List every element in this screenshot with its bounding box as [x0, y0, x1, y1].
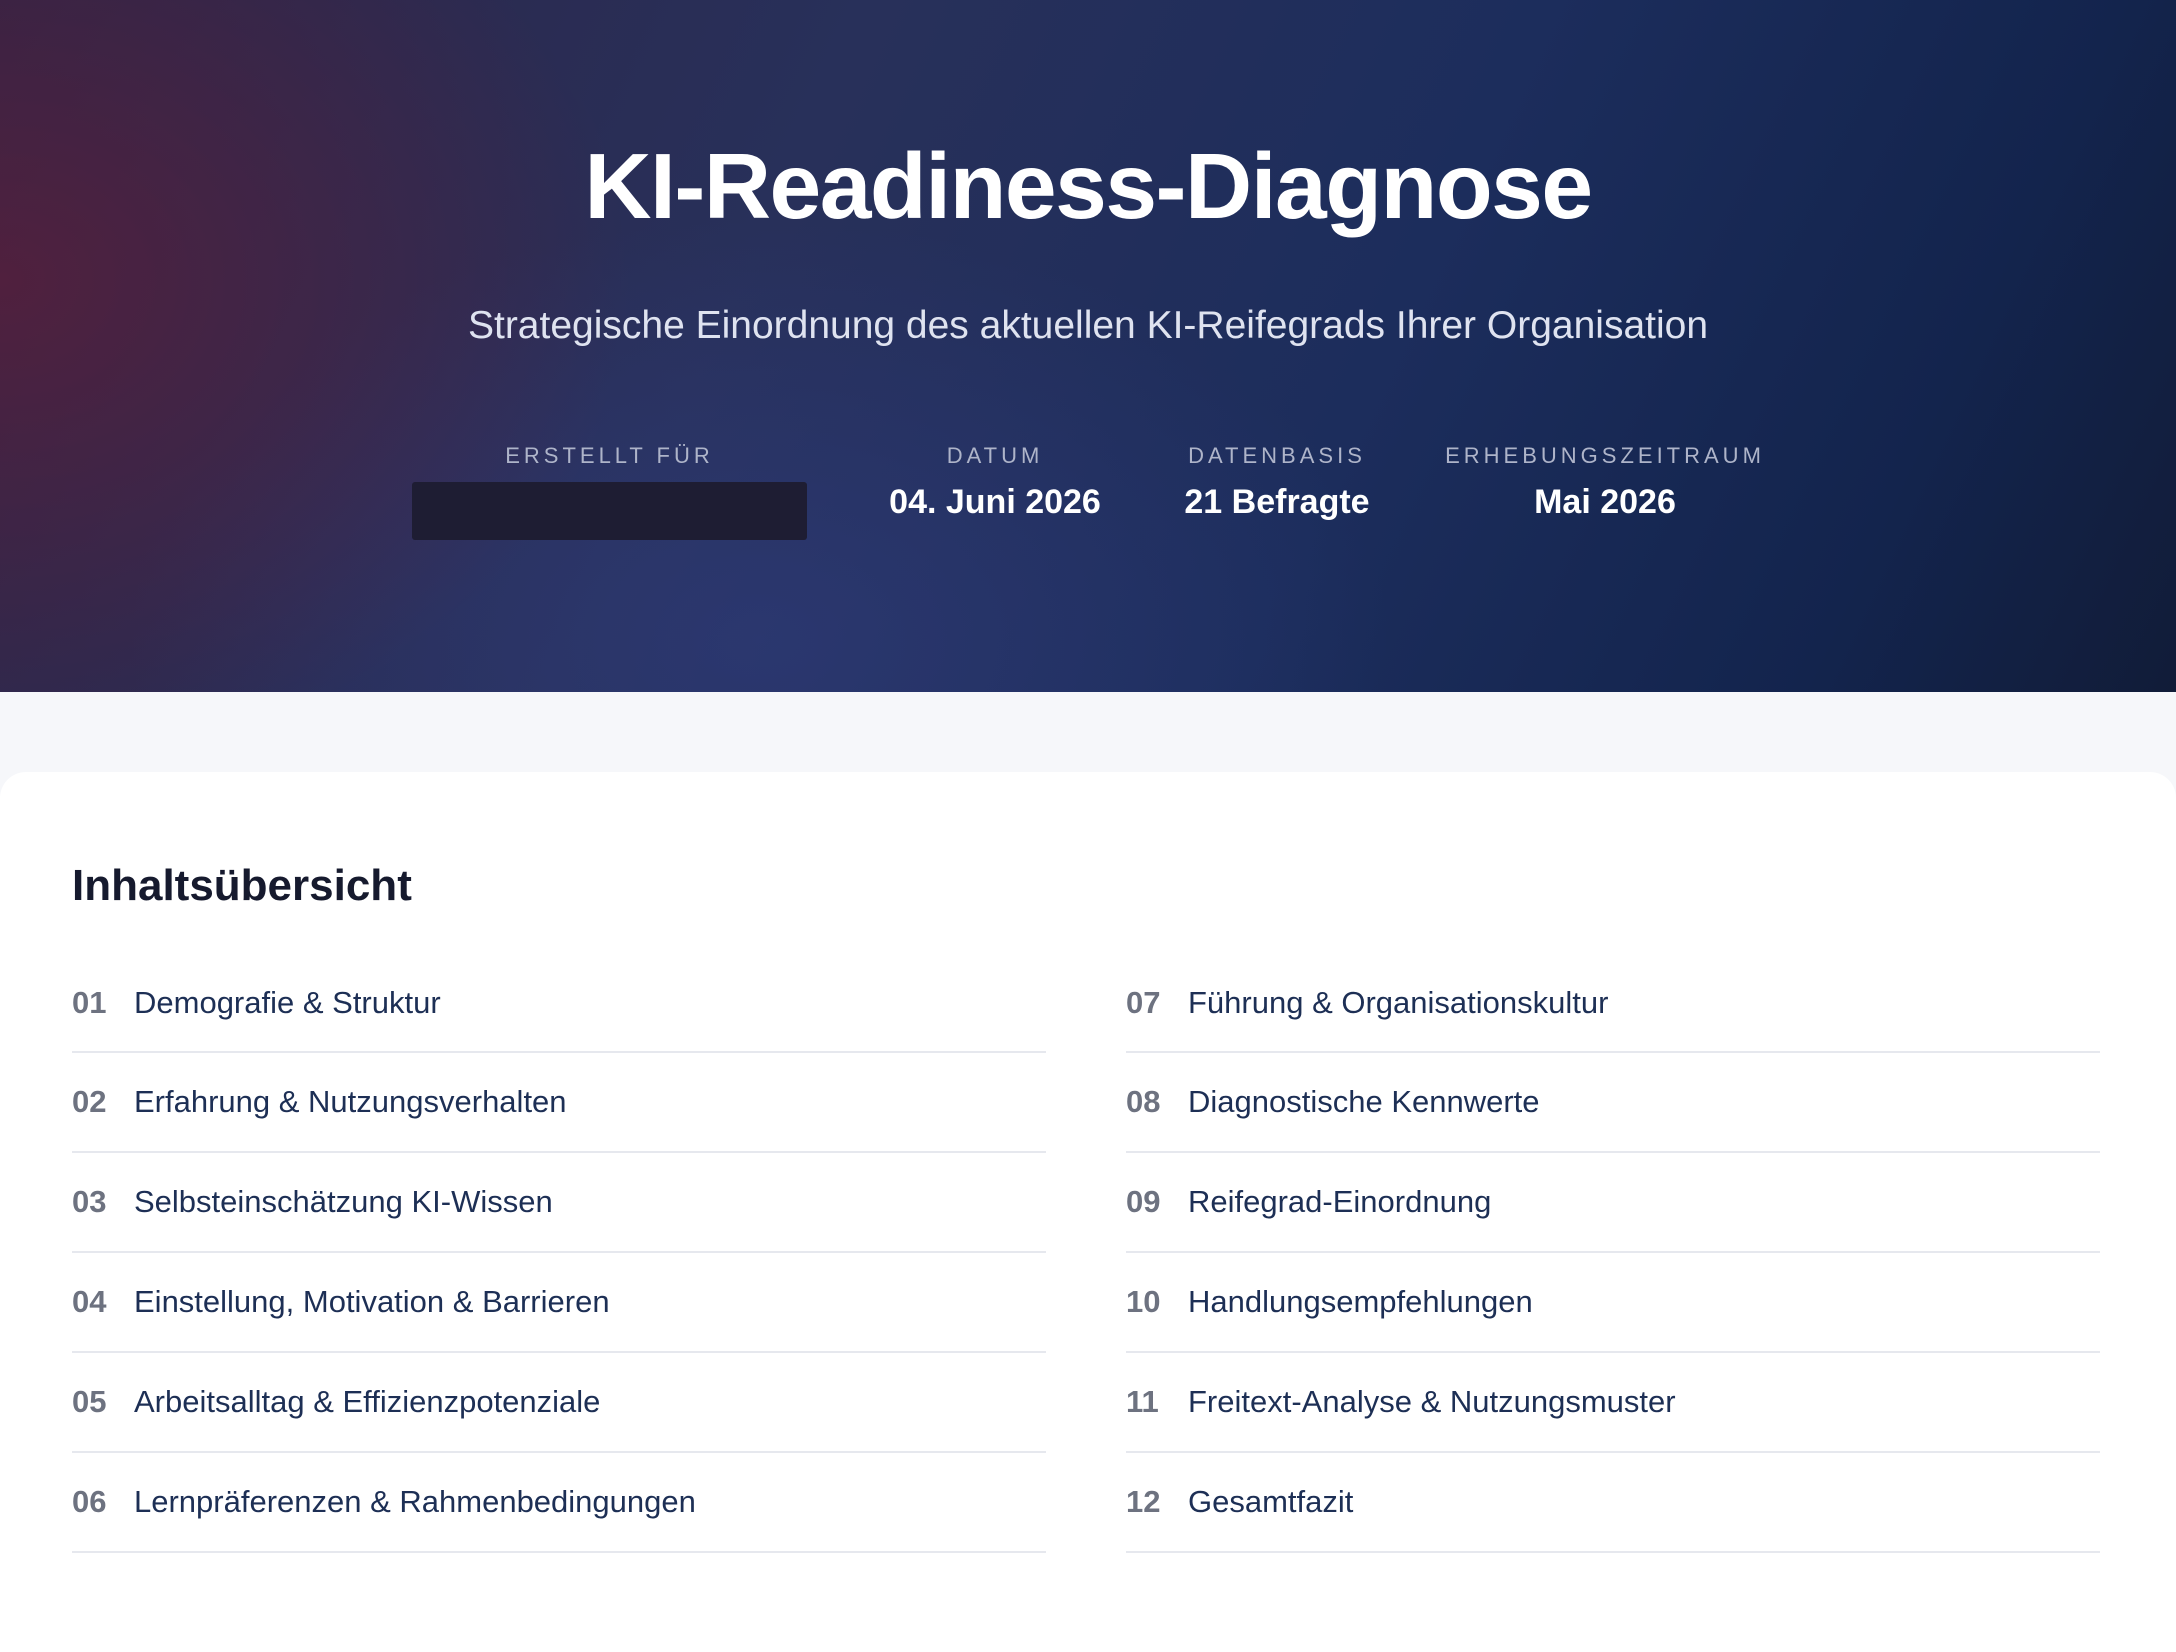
meta-label: ERHEBUNGSZEITRAUM [1445, 443, 1765, 468]
toc-item-demografie[interactable]: 01 Demografie & Struktur [72, 955, 1046, 1053]
toc-item-number: 09 [1126, 1184, 1161, 1219]
meta-data-basis: DATENBASIS 21 Befragte [1170, 442, 1384, 522]
toc-item-number: 12 [1126, 1484, 1161, 1519]
toc-item-handlungsempfehlungen[interactable]: 10 Handlungsempfehlungen [1126, 1253, 2100, 1353]
toc-item-einstellung[interactable]: 04 Einstellung, Motivation & Barrieren [72, 1253, 1046, 1353]
meta-created-for: ERSTELLT FÜR [412, 442, 807, 540]
toc-item-label: Erfahrung & Nutzungsverhalten [134, 1084, 567, 1119]
toc-item-number: 04 [72, 1284, 107, 1319]
toc-item-number: 10 [1126, 1284, 1161, 1319]
toc-title: Inhaltsübersicht [72, 861, 412, 910]
toc-item-number: 08 [1126, 1084, 1161, 1119]
toc-item-label: Handlungsempfehlungen [1188, 1284, 1533, 1319]
toc-item-number: 07 [1126, 985, 1161, 1020]
toc-item-number: 02 [72, 1084, 107, 1119]
toc-column-left: 01 Demografie & Struktur 02 Erfahrung & … [72, 955, 1046, 1553]
toc-column-right: 07 Führung & Organisationskultur 08 Diag… [1126, 955, 2100, 1553]
toc-item-arbeitsalltag[interactable]: 05 Arbeitsalltag & Effizienzpotenziale [72, 1353, 1046, 1453]
meta-value: Mai 2026 [1534, 483, 1676, 521]
toc-item-gesamtfazit[interactable]: 12 Gesamtfazit [1126, 1453, 2100, 1553]
toc-item-label: Arbeitsalltag & Effizienzpotenziale [134, 1384, 601, 1419]
toc-item-reifegrad[interactable]: 09 Reifegrad-Einordnung [1126, 1153, 2100, 1253]
toc-item-erfahrung[interactable]: 02 Erfahrung & Nutzungsverhalten [72, 1053, 1046, 1153]
report-title: KI-Readiness-Diagnose [584, 134, 1593, 238]
toc-item-label: Führung & Organisationskultur [1188, 985, 1609, 1020]
report-header: KI-Readiness-Diagnose Strategische Einor… [0, 0, 2176, 692]
toc-item-lernpraeferenzen[interactable]: 06 Lernpräferenzen & Rahmenbedingungen [72, 1453, 1046, 1553]
meta-label: ERSTELLT FÜR [505, 443, 714, 468]
toc-item-fuehrung[interactable]: 07 Führung & Organisationskultur [1126, 955, 2100, 1053]
toc-item-label: Lernpräferenzen & Rahmenbedingungen [134, 1484, 696, 1519]
toc-item-label: Diagnostische Kennwerte [1188, 1084, 1540, 1119]
meta-value: 04. Juni 2026 [889, 483, 1101, 521]
meta-date: DATUM 04. Juni 2026 [870, 442, 1120, 522]
toc-item-kennwerte[interactable]: 08 Diagnostische Kennwerte [1126, 1053, 2100, 1153]
toc-item-number: 11 [1126, 1384, 1159, 1419]
meta-value: 21 Befragte [1184, 483, 1370, 521]
meta-label: DATENBASIS [1188, 443, 1366, 468]
toc-item-number: 06 [72, 1484, 107, 1519]
toc-item-label: Demografie & Struktur [134, 985, 441, 1020]
toc-item-number: 03 [72, 1184, 107, 1219]
toc-item-label: Gesamtfazit [1188, 1484, 1354, 1519]
redacted-client-name [412, 482, 807, 540]
toc-item-number: 05 [72, 1384, 107, 1419]
toc-item-number: 01 [72, 985, 107, 1020]
meta-label: DATUM [946, 443, 1044, 468]
report-subtitle: Strategische Einordnung des aktuellen KI… [467, 304, 1709, 347]
toc-item-selbsteinschaetzung[interactable]: 03 Selbsteinschätzung KI-Wissen [72, 1153, 1046, 1253]
meta-survey-period: ERHEBUNGSZEITRAUM Mai 2026 [1430, 442, 1780, 522]
toc-item-label: Selbsteinschätzung KI-Wissen [134, 1184, 553, 1219]
toc-item-label: Einstellung, Motivation & Barrieren [134, 1284, 610, 1319]
toc-item-label: Reifegrad-Einordnung [1188, 1184, 1492, 1219]
toc-item-freitext[interactable]: 11 Freitext-Analyse & Nutzungsmuster [1126, 1353, 2100, 1453]
toc-item-label: Freitext-Analyse & Nutzungsmuster [1188, 1384, 1676, 1419]
